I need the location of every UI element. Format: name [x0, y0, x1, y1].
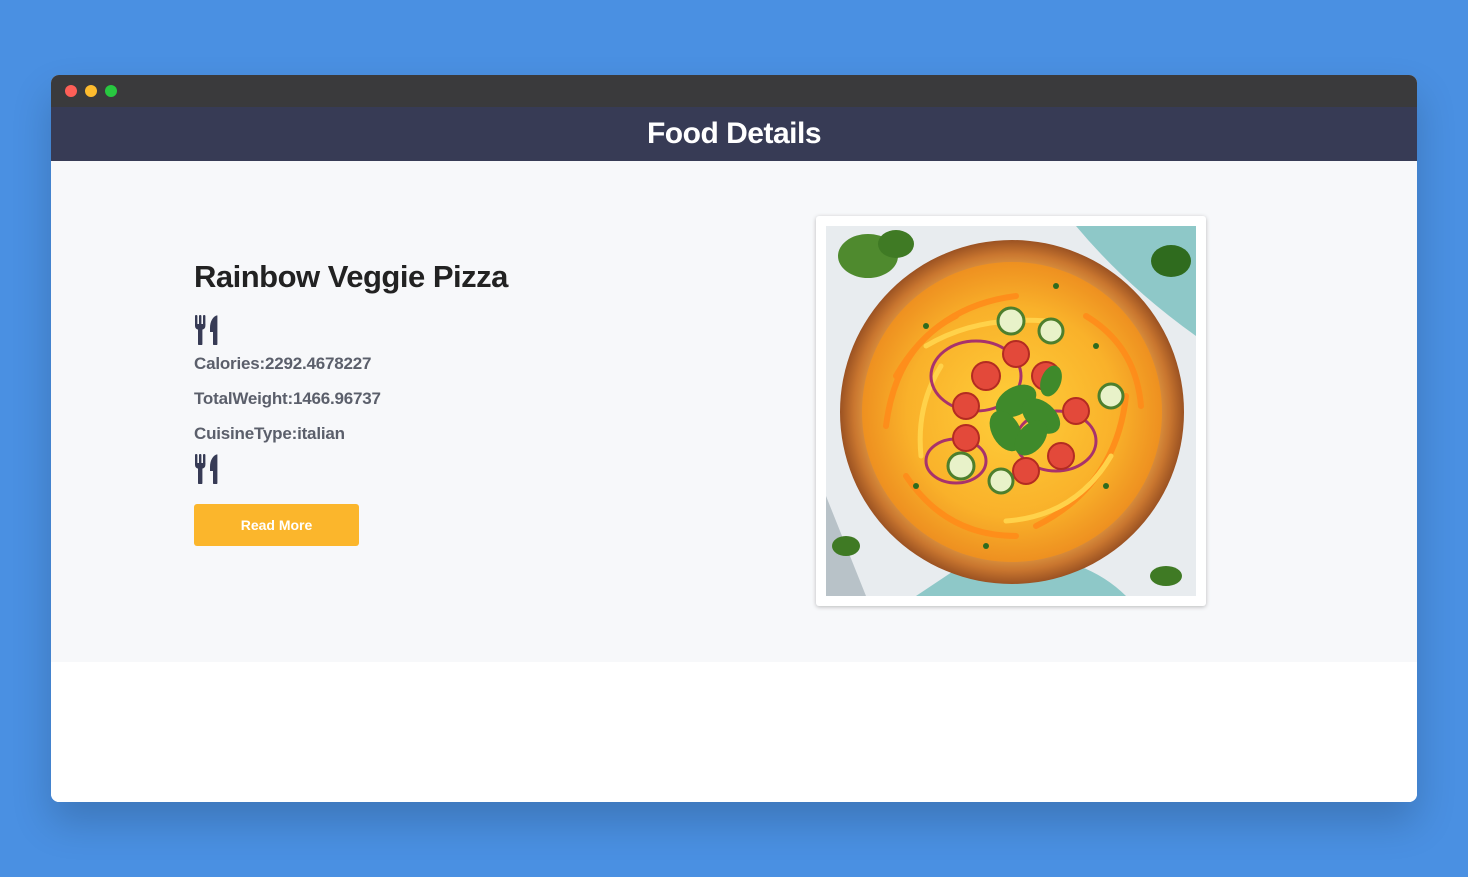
cuisine-type-text: CuisineType:italian	[194, 424, 345, 443]
page-header: Food Details	[51, 107, 1417, 161]
food-image-frame	[816, 216, 1206, 606]
food-title: Rainbow Veggie Pizza	[194, 259, 508, 294]
food-info: Rainbow Veggie Pizza Calories:2292.46782…	[194, 259, 508, 546]
page-title: Food Details	[646, 117, 822, 150]
window-titlebar	[51, 75, 1417, 107]
minimize-window-button[interactable]	[85, 85, 97, 97]
browser-window: Food Details Rainbow Veggie Pizza Calori…	[51, 75, 1417, 802]
food-detail-section: Rainbow Veggie Pizza Calories:2292.46782…	[51, 161, 1417, 662]
utensils-icon	[194, 454, 508, 484]
pizza-photo	[826, 226, 1196, 596]
utensils-icon	[194, 315, 508, 345]
read-more-button[interactable]: Read More	[194, 504, 359, 546]
page-footer-space	[51, 662, 1417, 802]
close-window-button[interactable]	[65, 85, 77, 97]
total-weight-text: TotalWeight:1466.96737	[194, 389, 381, 408]
maximize-window-button[interactable]	[105, 85, 117, 97]
calories-text: Calories:2292.4678227	[194, 354, 372, 373]
